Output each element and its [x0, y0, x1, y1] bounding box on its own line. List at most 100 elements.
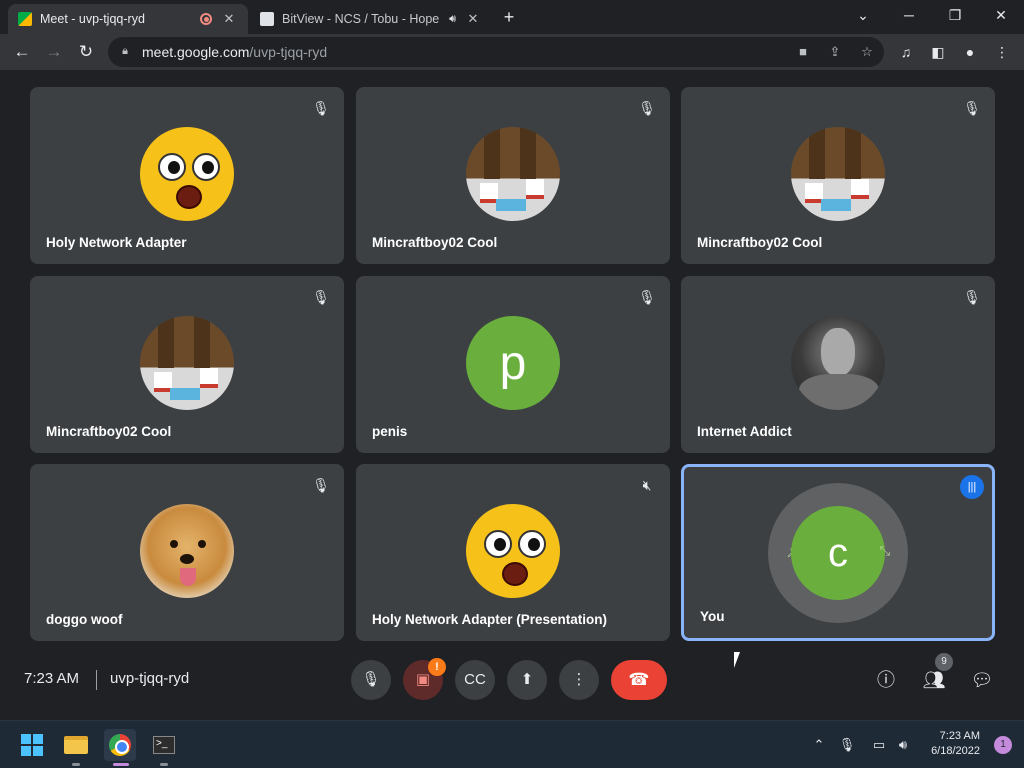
participant-name: Holy Network Adapter — [46, 235, 187, 250]
self-avatar-hover-overlay: 📌︎ c ⤡ — [768, 483, 908, 623]
meet-stage: 🎙︎ Holy Network Adapter 🎙︎ Mincraftboy02… — [0, 70, 1024, 720]
close-window-button[interactable]: ✕ — [986, 4, 1016, 26]
participant-name: You — [700, 609, 725, 624]
avatar — [466, 504, 560, 598]
menu-kebab-icon[interactable]: ⋮ — [990, 40, 1014, 64]
participant-name: doggo woof — [46, 612, 123, 627]
avatar: p — [466, 316, 560, 410]
system-time: 7:23 AM — [939, 730, 980, 742]
bitview-favicon-icon — [260, 12, 274, 26]
browser-toolbar: ← → ↻ 🔒︎ meet.google.com/uvp-tjqq-ryd ■ … — [0, 34, 1024, 70]
active-indicator — [113, 763, 129, 766]
recording-icon — [200, 13, 212, 25]
participant-tile[interactable]: 🎙︎ Internet Addict — [681, 276, 995, 453]
chrome-icon — [109, 734, 131, 756]
participant-tile[interactable]: 🎙︎ Mincraftboy02 Cool — [681, 87, 995, 264]
present-screen-button[interactable]: ⬆ — [507, 660, 547, 700]
start-button[interactable] — [16, 729, 48, 761]
reload-button[interactable]: ↻ — [74, 40, 98, 64]
minimize-button[interactable]: ─ — [894, 4, 924, 26]
camera-in-use-icon[interactable]: ■ — [794, 41, 812, 63]
self-tile[interactable]: ||| 📌︎ c ⤡ You — [681, 464, 995, 641]
leave-call-button[interactable]: ☎ — [611, 660, 667, 700]
terminal-icon: >_ — [153, 736, 175, 754]
system-clock[interactable]: 7:23 AM 6/18/2022 — [931, 729, 980, 759]
avatar — [466, 127, 560, 221]
mouse-cursor — [734, 652, 740, 668]
tab-search-icon[interactable]: ⌄ — [848, 4, 878, 26]
speaking-indicator-icon: ||| — [960, 475, 984, 499]
mic-off-icon: 🎙︎ — [638, 289, 656, 305]
mic-off-icon: 🎙︎ — [312, 100, 330, 116]
audio-playing-icon[interactable]: 🔊︎ — [449, 13, 456, 26]
mic-off-icon: 🎙︎ — [963, 289, 981, 305]
bookmark-star-icon[interactable]: ☆ — [858, 41, 876, 63]
meeting-controls: 7:23 AM uvp-tjqq-ryd 🎙︎ ▣ ! CC ⬆ ⋮ ☎ ⓘ 👥… — [0, 650, 1024, 712]
windows-taskbar: >_ ⌃ 🎙︎ ▭ 🔊︎ 7:23 AM 6/18/2022 1 — [0, 720, 1024, 768]
audio-off-icon: 🔇︎ — [642, 477, 652, 493]
tab-meet[interactable]: Meet - uvp-tjqq-ryd ✕ — [8, 4, 248, 34]
chat-icon[interactable]: 💬︎ — [968, 666, 996, 694]
meeting-clock: 7:23 AM — [24, 670, 80, 687]
participant-tile[interactable]: 🎙︎ doggo woof — [30, 464, 344, 641]
participant-name: Mincraftboy02 Cool — [372, 235, 498, 250]
show-hidden-icons-icon[interactable]: ⌃ — [809, 735, 829, 755]
tab-title: BitView - NCS / Tobu - Hope — [282, 12, 440, 26]
windows-logo-icon — [21, 734, 43, 756]
tab-strip: Meet - uvp-tjqq-ryd ✕ BitView - NCS / To… — [0, 0, 1024, 34]
media-control-icon[interactable]: ♫ — [894, 40, 918, 64]
participant-tile[interactable]: 🎙︎ Mincraftboy02 Cool — [356, 87, 670, 264]
participant-tile[interactable]: 🎙︎ Holy Network Adapter — [30, 87, 344, 264]
share-icon[interactable]: ⇪ — [826, 41, 844, 63]
terminal-button[interactable]: >_ — [148, 729, 180, 761]
lock-icon[interactable]: 🔒︎ — [118, 45, 132, 59]
mic-off-icon: 🎙︎ — [312, 477, 330, 493]
more-options-button[interactable]: ⋮ — [559, 660, 599, 700]
camera-warning-badge: ! — [428, 658, 446, 676]
google-meet-favicon-icon — [18, 12, 32, 26]
divider — [96, 670, 97, 690]
url-path: /uvp-tjqq-ryd — [249, 44, 328, 60]
avatar-letter: c — [791, 506, 885, 600]
mic-off-icon: 🎙︎ — [963, 100, 981, 116]
network-icon[interactable]: ▭ — [869, 735, 889, 755]
minimize-tile-icon[interactable]: ⤡ — [880, 543, 890, 559]
meeting-details-icon[interactable]: ⓘ — [872, 666, 900, 694]
tab-bitview[interactable]: BitView - NCS / Tobu - Hope 🔊︎ ✕ — [250, 4, 492, 34]
back-button[interactable]: ← — [10, 40, 34, 64]
system-date: 6/18/2022 — [931, 745, 980, 757]
participant-name: Holy Network Adapter (Presentation) — [372, 612, 608, 627]
tab-title: Meet - uvp-tjqq-ryd — [40, 12, 145, 26]
participant-name: Internet Addict — [697, 424, 792, 439]
close-tab-icon[interactable]: ✕ — [220, 11, 238, 27]
participant-tile[interactable]: 🔇︎ Holy Network Adapter (Presentation) — [356, 464, 670, 641]
microphone-button[interactable]: 🎙︎ — [351, 660, 391, 700]
running-indicator — [72, 763, 80, 766]
avatar — [140, 316, 234, 410]
running-indicator — [160, 763, 168, 766]
folder-icon — [64, 736, 88, 754]
close-tab-icon[interactable]: ✕ — [464, 11, 482, 27]
chrome-taskbar-button[interactable] — [104, 729, 136, 761]
forward-button[interactable]: → — [42, 40, 66, 64]
restore-button[interactable]: ❐ — [940, 4, 970, 26]
captions-button[interactable]: CC — [455, 660, 495, 700]
avatar — [140, 504, 234, 598]
mic-off-icon: 🎙︎ — [312, 289, 330, 305]
notification-badge[interactable]: 1 — [994, 736, 1012, 754]
participant-tile[interactable]: 🎙︎ p penis — [356, 276, 670, 453]
participant-tile[interactable]: 🎙︎ Mincraftboy02 Cool — [30, 276, 344, 453]
participant-name: Mincraftboy02 Cool — [697, 235, 823, 250]
new-tab-button[interactable]: + — [498, 6, 520, 28]
file-explorer-button[interactable] — [60, 729, 92, 761]
mic-off-icon: 🎙︎ — [638, 100, 656, 116]
profile-icon[interactable]: ● — [958, 40, 982, 64]
side-panel-icon[interactable]: ◧ — [926, 40, 950, 64]
avatar — [791, 127, 885, 221]
meeting-code: uvp-tjqq-ryd — [110, 670, 190, 687]
address-bar[interactable]: 🔒︎ meet.google.com/uvp-tjqq-ryd ■ ⇪ ☆ — [108, 37, 884, 67]
people-count-badge: 9 — [935, 653, 953, 671]
avatar — [140, 127, 234, 221]
microphone-tray-icon[interactable]: 🎙︎ — [837, 735, 857, 755]
volume-icon[interactable]: 🔊︎ — [893, 735, 913, 755]
